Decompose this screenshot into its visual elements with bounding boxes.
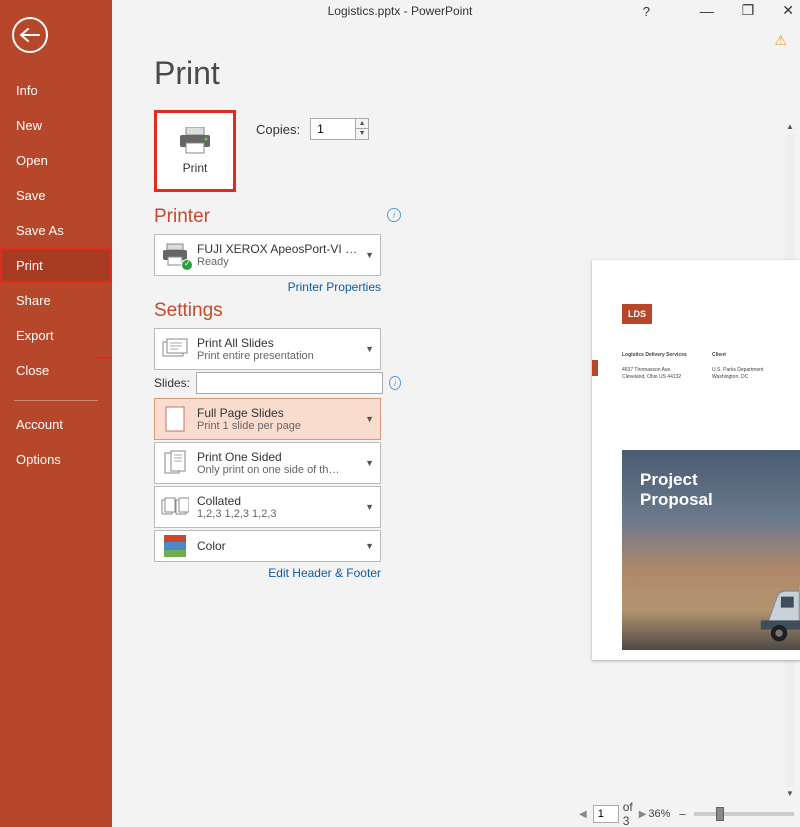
print-preview-area: ▲ ▼ LDS Logistics Delivery Services Clie…: [547, 120, 800, 801]
print-scope-selector[interactable]: Print All Slides Print entire presentati…: [154, 328, 381, 370]
sidebar-item-new[interactable]: New: [0, 108, 112, 143]
printer-ready-badge: [181, 259, 193, 271]
minimize-button[interactable]: —: [700, 3, 714, 19]
sidebar-item-export[interactable]: Export: [0, 318, 112, 353]
backstage-sidebar: Info New Open Save Save As Print Share E…: [0, 0, 112, 827]
chevron-down-icon: ▼: [365, 541, 374, 551]
print-execute-button[interactable]: Print: [154, 110, 236, 192]
sidebar-item-close[interactable]: Close: [0, 353, 112, 388]
back-arrow-icon: [20, 28, 40, 42]
preview-page: LDS Logistics Delivery Services Client P…: [592, 260, 800, 660]
truck-icon: [756, 582, 800, 646]
copies-up-button[interactable]: ▲: [356, 119, 368, 129]
copies-spinner[interactable]: ▲ ▼: [310, 118, 369, 140]
collate-line2: 1,2,3 1,2,3 1,2,3: [197, 508, 357, 520]
print-button-label: Print: [183, 161, 208, 175]
preview-heading: Logistics Delivery Services: [622, 352, 687, 358]
slides-range-input[interactable]: [196, 372, 383, 394]
sidebar-item-save[interactable]: Save: [0, 178, 112, 213]
layout-line1: Full Page Slides: [197, 406, 357, 420]
chevron-down-icon: ▼: [365, 414, 374, 424]
sides-line2: Only print on one side of th…: [197, 464, 357, 476]
collate-selector[interactable]: Collated 1,2,3 1,2,3 1,2,3 ▼: [154, 486, 381, 528]
color-selector[interactable]: Color ▼: [154, 530, 381, 562]
collated-icon: [161, 493, 189, 521]
scroll-down-button[interactable]: ▼: [782, 787, 798, 801]
sidebar-item-open[interactable]: Open: [0, 143, 112, 178]
chevron-down-icon: ▼: [365, 344, 374, 354]
chevron-down-icon: ▼: [365, 458, 374, 468]
zoom-slider[interactable]: [694, 812, 794, 816]
scroll-up-button[interactable]: ▲: [782, 120, 798, 134]
preview-overlay-1: Project: [640, 470, 698, 489]
preview-logo: LDS: [622, 304, 652, 324]
scope-line1: Print All Slides: [197, 336, 357, 350]
preview-addr1: 4637 Thomasson Ave.: [622, 367, 672, 373]
full-page-icon: [161, 405, 189, 433]
page-total-label: of 3: [623, 800, 633, 827]
sidebar-item-account[interactable]: Account: [0, 407, 112, 442]
color-icon: [161, 532, 189, 560]
preview-overlay-2: Proposal: [640, 490, 713, 509]
preview-status-bar: ◀ of 3 ▶ 36% − +: [547, 801, 800, 827]
sidebar-item-saveas[interactable]: Save As: [0, 213, 112, 248]
edit-header-footer-link[interactable]: Edit Header & Footer: [154, 566, 381, 580]
preview-client1: U.S. Parks Department: [712, 367, 763, 373]
printer-properties-link[interactable]: Printer Properties: [154, 280, 381, 294]
slides-range-label: Slides:: [154, 376, 190, 390]
printer-status: Ready: [197, 256, 357, 268]
preview-accent-bar: [592, 360, 598, 376]
printer-name: FUJI XEROX ApeosPort-VI C3…: [197, 242, 357, 256]
collate-line1: Collated: [197, 494, 357, 508]
printer-info-icon[interactable]: i: [387, 208, 401, 222]
sidebar-item-print[interactable]: Print: [0, 248, 112, 283]
copies-label: Copies:: [256, 122, 300, 137]
printer-icon: [178, 127, 212, 155]
slides-info-icon[interactable]: i: [389, 376, 401, 390]
chevron-down-icon: ▼: [365, 502, 374, 512]
sides-line1: Print One Sided: [197, 450, 357, 464]
help-button[interactable]: ?: [643, 4, 650, 19]
scope-line2: Print entire presentation: [197, 350, 357, 362]
preview-addr2: Cleveland, Ohio US 44132: [622, 374, 681, 380]
preview-client2: Washington, DC: [712, 374, 748, 380]
copies-input[interactable]: [310, 118, 356, 140]
page-number-input[interactable]: [593, 805, 619, 823]
slides-all-icon: [161, 335, 189, 363]
one-sided-icon: [161, 449, 189, 477]
sidebar-item-info[interactable]: Info: [0, 73, 112, 108]
window-title: Logistics.pptx - PowerPoint: [328, 4, 473, 18]
layout-line2: Print 1 slide per page: [197, 420, 357, 432]
export-highlight-mark: [98, 357, 112, 359]
print-layout-selector[interactable]: Full Page Slides Print 1 slide per page …: [154, 398, 381, 440]
preview-hero-image: Project Proposal: [622, 450, 800, 650]
chevron-down-icon: ▼: [365, 250, 374, 260]
preview-client-head: Client: [712, 352, 726, 358]
printer-selector[interactable]: FUJI XEROX ApeosPort-VI C3… Ready ▼: [154, 234, 381, 276]
print-sides-selector[interactable]: Print One Sided Only print on one side o…: [154, 442, 381, 484]
zoom-out-button[interactable]: −: [676, 807, 688, 822]
restore-button[interactable]: ❐: [742, 2, 755, 19]
zoom-level-label[interactable]: 36%: [648, 808, 670, 820]
sidebar-item-share[interactable]: Share: [0, 283, 112, 318]
close-button[interactable]: ✕: [782, 2, 794, 19]
page-title: Print: [154, 55, 800, 92]
sidebar-separator: [14, 400, 98, 401]
next-page-button[interactable]: ▶: [637, 809, 649, 820]
color-line1: Color: [197, 539, 357, 553]
prev-page-button[interactable]: ◀: [577, 809, 589, 820]
sidebar-item-options[interactable]: Options: [0, 442, 112, 477]
printer-heading: Printer: [154, 206, 381, 228]
zoom-slider-thumb[interactable]: [716, 807, 724, 821]
copies-down-button[interactable]: ▼: [356, 129, 368, 139]
warning-icon: ⚠: [774, 32, 787, 49]
